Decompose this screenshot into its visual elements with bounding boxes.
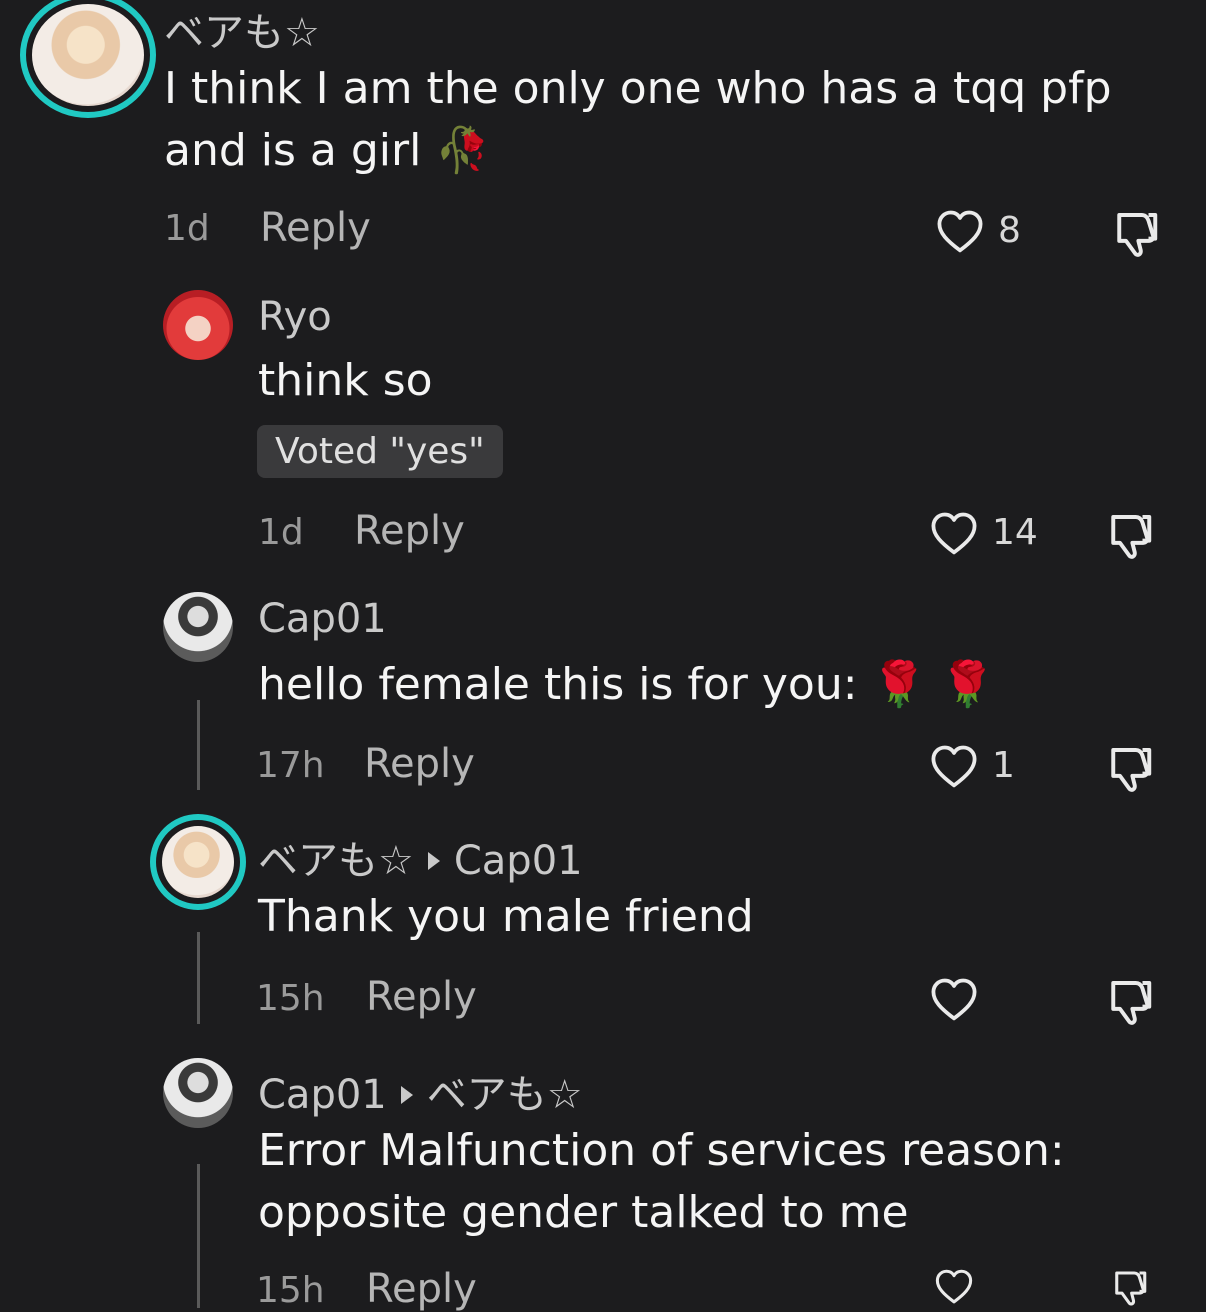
comment-username[interactable]: ベアも☆ Cap01 [258, 828, 583, 886]
comment-time: 17h [256, 745, 325, 786]
comment-text: think so [258, 355, 433, 406]
thread-line [197, 932, 200, 1024]
like-count: 8 [998, 210, 1021, 251]
comment-text: opposite gender talked to me [258, 1187, 909, 1238]
thread-line [197, 700, 200, 790]
thread-line [197, 1164, 200, 1308]
reply-button[interactable]: Reply [366, 1266, 477, 1312]
reply-button[interactable]: Reply [260, 205, 371, 251]
reply-button[interactable]: Reply [366, 974, 477, 1020]
heart-icon[interactable] [928, 741, 980, 793]
reply-arrow-icon [400, 1086, 413, 1104]
avatar[interactable] [163, 592, 233, 662]
like-count: 14 [992, 512, 1038, 553]
comment-username[interactable]: Ryo [258, 294, 332, 340]
thumbs-down-icon[interactable] [1102, 508, 1156, 562]
comment-text: hello female this is for you: 🌹 🌹 [258, 659, 996, 710]
reply-button[interactable]: Reply [364, 741, 475, 787]
comment-text: I think I am the only one who has a tqq … [164, 63, 1112, 114]
avatar[interactable] [20, 0, 156, 118]
comment-time: 1d [164, 208, 210, 249]
reply-arrow-icon [427, 852, 440, 870]
comment-username-text[interactable]: ベアも☆ [258, 838, 414, 884]
thumbs-down-icon[interactable] [1102, 741, 1156, 795]
reply-to-username[interactable]: ベアも☆ [427, 1072, 583, 1118]
comment-text: Error Malfunction of services reason: [258, 1125, 1065, 1176]
like-count: 1 [992, 745, 1015, 786]
heart-icon[interactable] [928, 1266, 980, 1308]
comment-time: 1d [258, 512, 304, 553]
comment-text: Thank you male friend [258, 891, 754, 942]
heart-icon[interactable] [928, 508, 980, 560]
reply-button[interactable]: Reply [354, 508, 465, 554]
thumbs-down-icon[interactable] [1102, 1266, 1156, 1308]
comment-text: and is a girl 🥀 [164, 125, 491, 176]
avatar[interactable] [163, 1058, 233, 1128]
thumbs-down-icon[interactable] [1108, 206, 1162, 260]
comment-time: 15h [256, 1270, 325, 1311]
comment-username[interactable]: Cap01 ベアも☆ [258, 1062, 583, 1120]
thumbs-down-icon[interactable] [1102, 974, 1156, 1028]
reply-to-username[interactable]: Cap01 [454, 838, 583, 884]
avatar[interactable] [150, 814, 246, 910]
vote-badge: Voted "yes" [257, 425, 503, 478]
avatar[interactable] [163, 290, 233, 360]
heart-icon[interactable] [934, 206, 986, 258]
comment-username-text[interactable]: Cap01 [258, 1072, 387, 1118]
comment-username[interactable]: Cap01 [258, 596, 387, 642]
comment-username[interactable]: ベアも☆ [164, 0, 320, 58]
comment-time: 15h [256, 978, 325, 1019]
heart-icon[interactable] [928, 974, 980, 1026]
